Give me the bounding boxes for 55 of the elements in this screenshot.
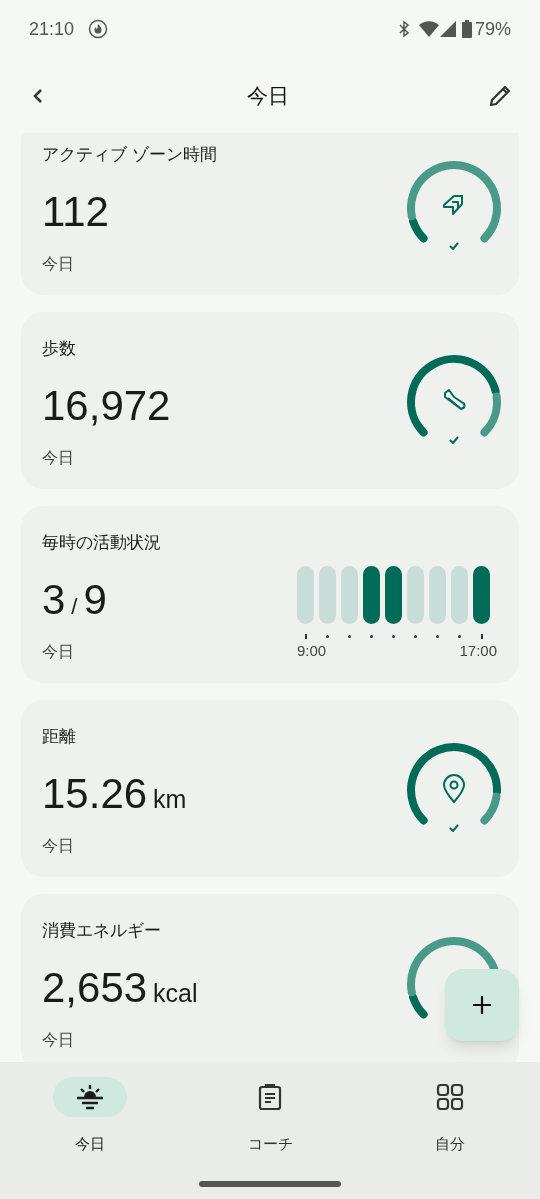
check-icon	[448, 436, 460, 444]
card-caption: 今日	[42, 1030, 74, 1050]
end-time-label: 17:00	[459, 641, 497, 661]
card-caption: 今日	[42, 642, 74, 662]
metric-card[interactable]: アクティブ ゾーン時間 112 今日	[21, 133, 519, 295]
metric-card[interactable]: 消費エネルギー 2,653 kcal 今日	[21, 894, 519, 1062]
grid-icon	[436, 1083, 464, 1111]
tick-mark	[304, 634, 307, 639]
flame-icon	[88, 19, 109, 39]
nav-tab[interactable]: 今日	[0, 1077, 180, 1156]
metric-value: 15.26	[42, 770, 148, 818]
card-caption: 今日	[42, 836, 74, 856]
card-caption: 今日	[42, 254, 74, 274]
metric-total: 9	[83, 576, 107, 624]
metric-value: 112	[42, 188, 109, 236]
location-pin-icon	[441, 774, 467, 804]
card-caption: 今日	[42, 448, 74, 468]
back-icon	[31, 86, 45, 105]
card-title: 歩数	[42, 338, 76, 360]
tick-mark	[348, 635, 351, 638]
start-time-label: 9:00	[297, 641, 327, 661]
nav-tab[interactable]: コーチ	[180, 1077, 360, 1156]
plus-icon	[471, 994, 493, 1016]
unit-label: kcal	[153, 978, 198, 1009]
chevrons-icon	[440, 192, 466, 218]
battery-icon	[461, 20, 472, 38]
wifi-icon	[417, 20, 440, 38]
check-icon	[448, 824, 460, 832]
card-title: 距離	[42, 726, 76, 748]
sunrise-icon	[75, 1084, 105, 1110]
separator: /	[71, 593, 78, 621]
battery-percent: 79%	[474, 17, 511, 41]
tick-mark	[414, 635, 417, 638]
status-time: 21:10	[29, 17, 75, 41]
nav-tab[interactable]: 自分	[360, 1077, 540, 1156]
tick-mark	[326, 635, 329, 638]
metric-card[interactable]: 距離 15.26 km 今日	[21, 700, 519, 877]
tick-mark	[436, 635, 439, 638]
tick-mark	[392, 635, 395, 638]
page-title: 今日	[247, 82, 289, 109]
tick-mark	[458, 635, 461, 638]
metric-card[interactable]: 毎時の活動状況 3/9 今日 9:00 17:00	[21, 506, 519, 683]
signal-icon	[439, 21, 456, 37]
tick-mark	[480, 634, 483, 639]
check-icon	[448, 242, 460, 250]
card-title: 毎時の活動状況	[42, 532, 161, 554]
tick-mark	[370, 635, 373, 638]
unit-label: km	[153, 784, 187, 815]
card-title: アクティブ ゾーン時間	[42, 144, 217, 166]
clipboard-icon	[257, 1083, 283, 1111]
metric-card[interactable]: 歩数 16,972 今日	[21, 312, 519, 489]
metric-value: 16,972	[42, 382, 171, 430]
card-title: 消費エネルギー	[42, 920, 161, 942]
metric-value: 3	[42, 576, 66, 624]
metric-value: 2,653	[42, 964, 148, 1012]
